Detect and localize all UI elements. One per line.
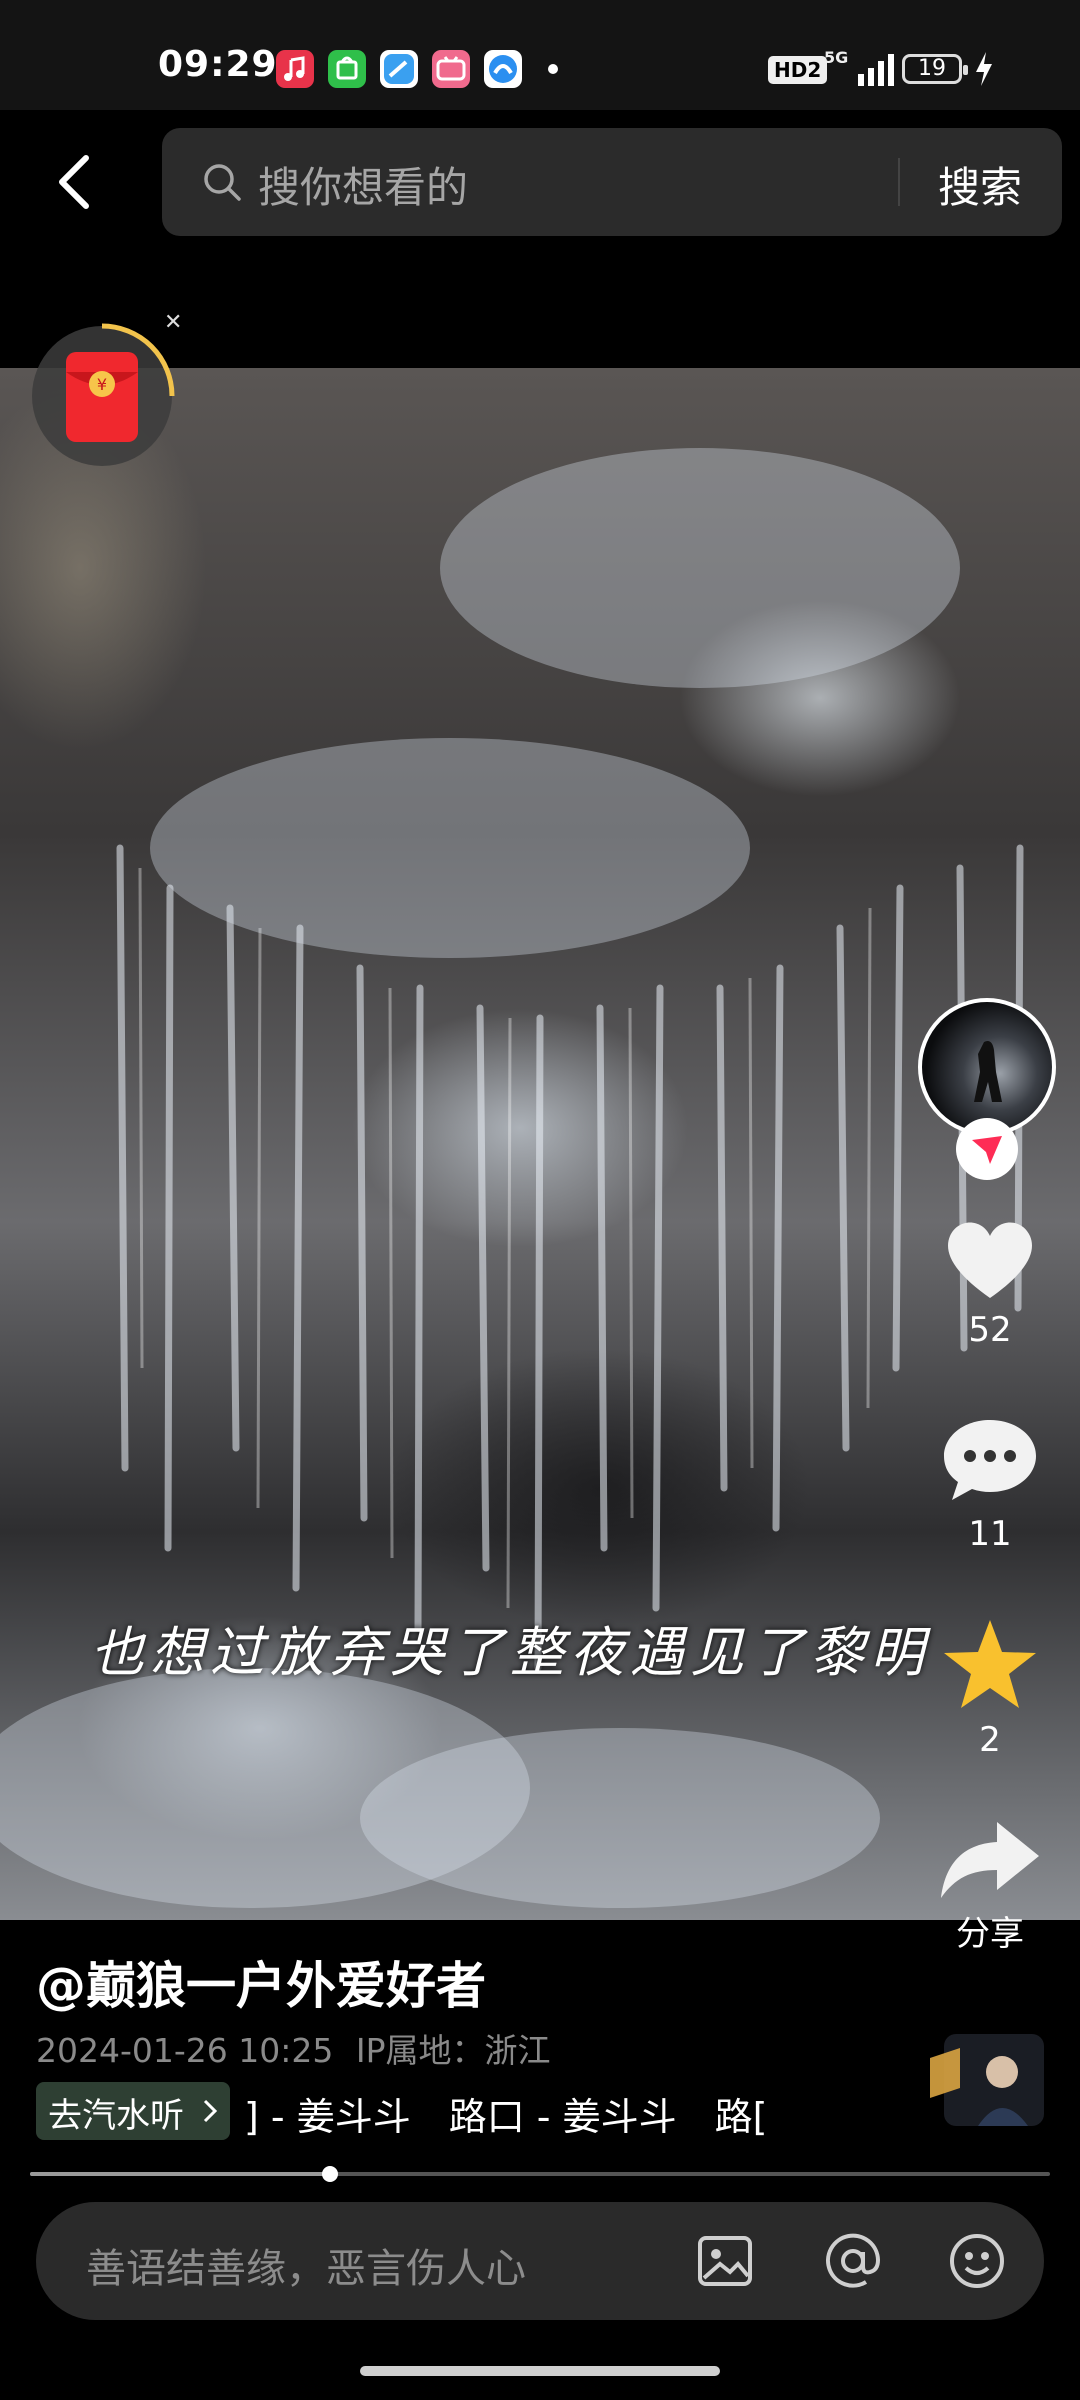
comment-bar[interactable]: 善语结善缘，恶言伤人心 xyxy=(36,2202,1044,2320)
video-player[interactable]: 也想过放弃哭了整夜遇见了黎明 xyxy=(0,368,1080,1920)
progress-fill xyxy=(30,2172,330,2176)
post-meta: 2024-01-26 10:25 IP属地：浙江 xyxy=(36,2024,551,2072)
home-indicator[interactable] xyxy=(360,2366,720,2376)
network-type: 5G xyxy=(824,48,849,67)
music-cover-icon xyxy=(930,2034,1044,2126)
search-input[interactable]: 搜你想看的 xyxy=(258,154,468,215)
emoji-icon[interactable] xyxy=(946,2230,1008,2292)
back-arrow-icon[interactable] xyxy=(50,150,100,214)
comment-button[interactable]: 11 xyxy=(920,1414,1060,1554)
star-icon xyxy=(944,1620,1036,1708)
image-icon[interactable] xyxy=(694,2230,756,2292)
hd-voice-badge: HD2 xyxy=(768,56,828,84)
video-caption: 也想过放弃哭了整夜遇见了黎明 xyxy=(90,1621,930,1684)
browser-app-icon xyxy=(380,50,418,88)
music-button-label: 去汽水听 xyxy=(48,2096,184,2136)
notification-dot xyxy=(548,64,558,74)
chevron-right-icon xyxy=(203,2099,218,2123)
share-arrow-icon xyxy=(941,1822,1039,1898)
avatar-photo xyxy=(974,1041,1002,1102)
like-count: 52 xyxy=(968,1310,1012,1350)
follow-button[interactable] xyxy=(956,1118,1018,1180)
shop-app-icon xyxy=(328,50,366,88)
bilibili-app-icon xyxy=(432,50,470,88)
author-avatar[interactable] xyxy=(918,998,1056,1136)
search-icon xyxy=(204,164,241,201)
music-title-ticker[interactable]: ] - 姜斗斗 路口 - 姜斗斗 路[ xyxy=(244,2086,810,2140)
battery-indicator: 19 xyxy=(902,54,968,84)
search-divider xyxy=(898,158,900,206)
status-bar: 09:29 HD2 5G 19 xyxy=(0,0,1080,110)
close-icon[interactable]: ✕ xyxy=(164,310,182,335)
icicle-scene xyxy=(0,448,1024,1908)
music-disc[interactable] xyxy=(930,2028,1050,2132)
red-packet-progress-ring xyxy=(101,323,175,397)
cloud-app-icon xyxy=(484,50,522,88)
progress-thumb[interactable] xyxy=(321,2166,338,2182)
post-datetime: 2024-01-26 10:25 xyxy=(36,2031,334,2070)
share-button[interactable]: 分享 xyxy=(920,1816,1060,1955)
favorite-count: 2 xyxy=(979,1720,1001,1760)
author-name[interactable]: @巅狼一户外爱好者 xyxy=(36,1946,486,2018)
comment-bubble-icon xyxy=(944,1420,1036,1500)
music-app-icon xyxy=(276,50,314,88)
charging-icon xyxy=(976,52,992,86)
signal-icon xyxy=(858,54,894,86)
ip-location: IP属地：浙江 xyxy=(355,2031,551,2070)
search-bar[interactable]: 搜你想看的 搜索 xyxy=(162,128,1062,236)
like-button[interactable]: 52 xyxy=(920,1212,1060,1350)
open-in-music-app-button[interactable]: 去汽水听 xyxy=(36,2082,230,2140)
comment-count: 11 xyxy=(968,1514,1012,1554)
share-label: 分享 xyxy=(956,1914,1024,1954)
favorite-button[interactable]: 2 xyxy=(920,1616,1060,1760)
video-progress-bar[interactable] xyxy=(30,2166,1050,2182)
comment-input[interactable]: 善语结善缘，恶言伤人心 xyxy=(86,2236,526,2294)
status-time: 09:29 xyxy=(158,44,278,85)
search-button[interactable]: 搜索 xyxy=(938,154,1022,215)
follow-arrow-icon xyxy=(972,1136,1002,1164)
mention-icon[interactable] xyxy=(822,2230,884,2292)
heart-icon xyxy=(948,1222,1032,1298)
